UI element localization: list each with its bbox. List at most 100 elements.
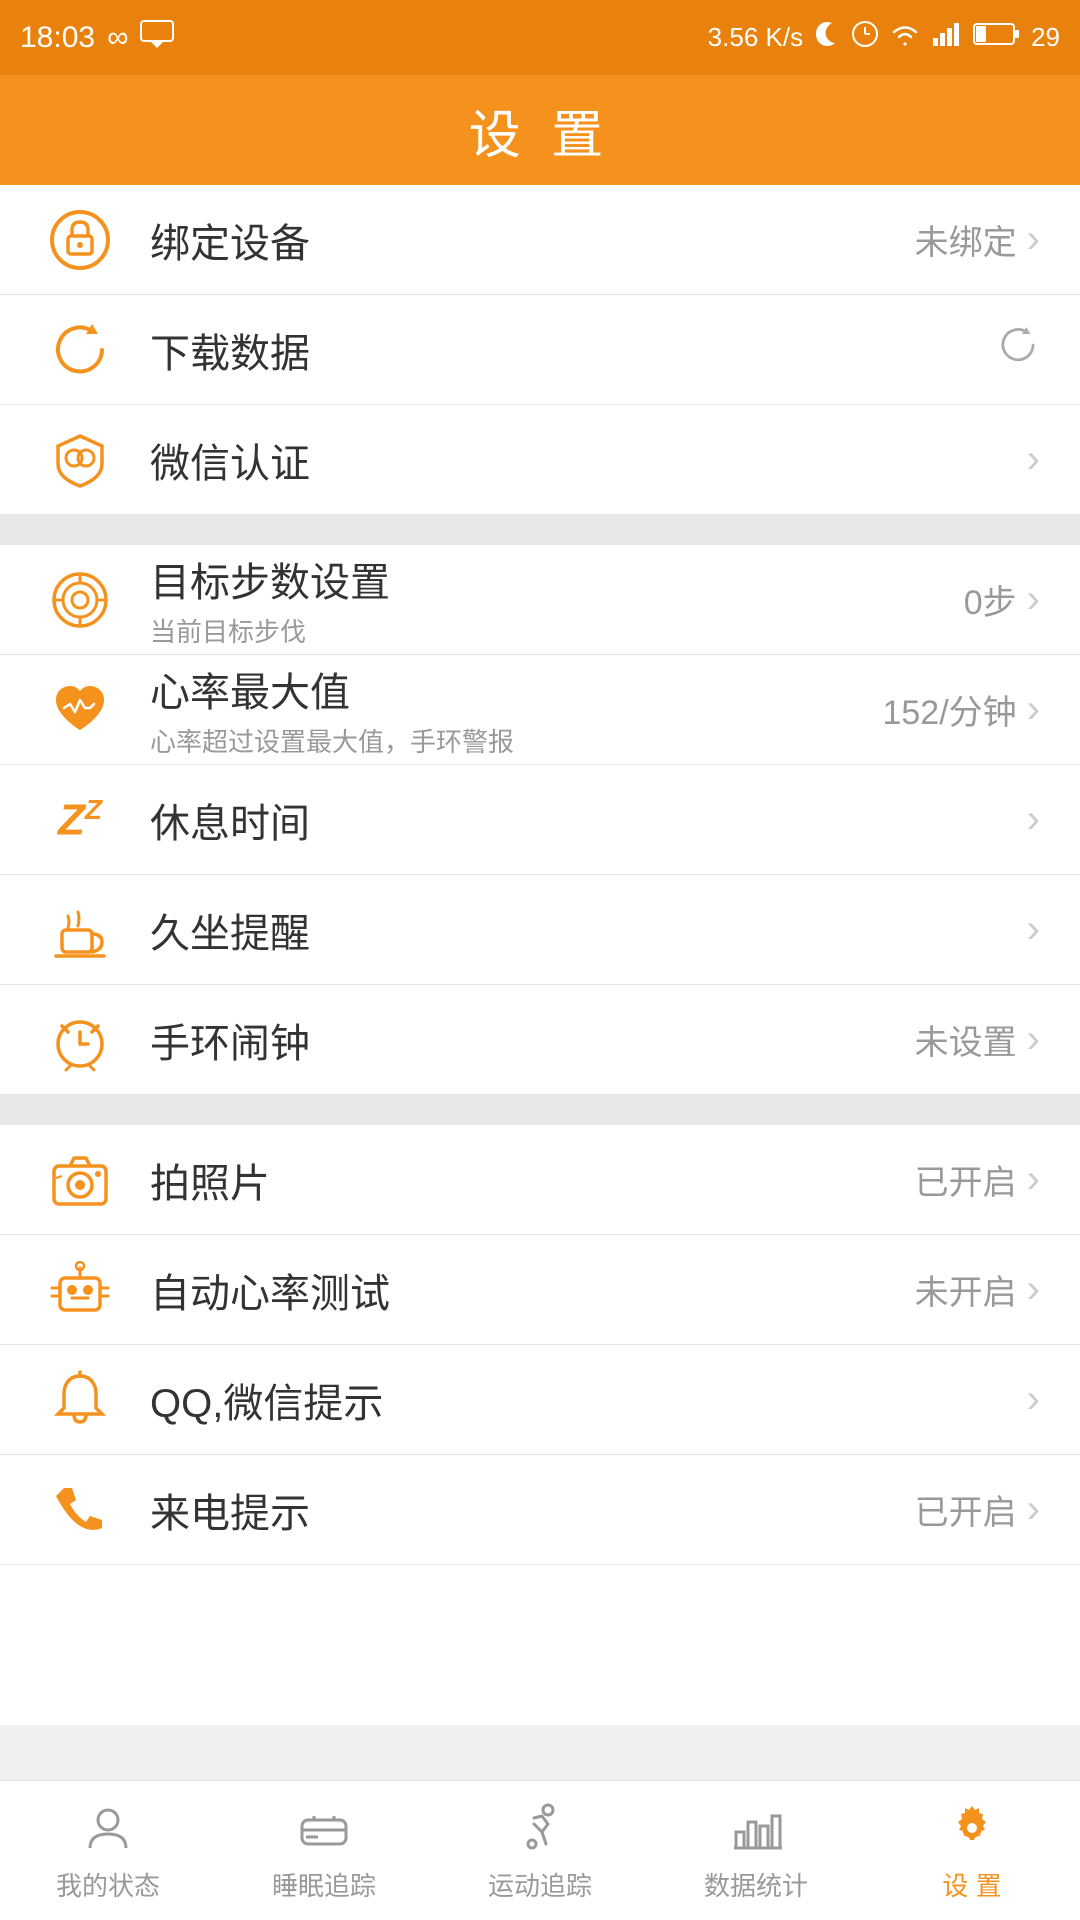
signal-icon [931, 20, 963, 55]
qq-wechat-arrow: › [1027, 1377, 1040, 1422]
auto-heart-arrow: › [1027, 1267, 1040, 1312]
alarm-title: 手环闹钟 [150, 1011, 915, 1069]
download-data-item[interactable]: 下载数据 [0, 295, 1080, 405]
camera-icon [40, 1140, 120, 1220]
sport-track-icon [510, 1798, 570, 1858]
nav-sleep-track-label: 睡眠追踪 [272, 1866, 376, 1903]
heart-rate-max-title: 心率最大值 [150, 660, 882, 718]
wechat-auth-arrow: › [1027, 437, 1040, 482]
rest-time-text: 休息时间 [150, 791, 1027, 849]
call-notify-value: 已开启 [915, 1485, 1017, 1534]
alarm-value: 未设置 [915, 1015, 1017, 1064]
nav-sport-track[interactable]: 运动追踪 [432, 1781, 648, 1920]
nav-sleep-track[interactable]: 睡眠追踪 [216, 1781, 432, 1920]
qq-wechat-title: QQ,微信提示 [150, 1371, 1027, 1429]
alarm-arrow: › [1027, 1017, 1040, 1062]
take-photo-arrow: › [1027, 1157, 1040, 1202]
bell-icon [40, 1360, 120, 1440]
take-photo-text: 拍照片 [150, 1151, 915, 1209]
nav-settings[interactable]: 设 置 [864, 1781, 1080, 1920]
status-right: 3.56 K/s [708, 20, 1060, 55]
shield-icon [40, 420, 120, 500]
sedentary-reminder-item[interactable]: 久坐提醒 › [0, 875, 1080, 985]
heart-rate-max-text: 心率最大值 心率超过设置最大值，手环警报 [150, 660, 882, 759]
qq-wechat-notify-item[interactable]: QQ,微信提示 › [0, 1345, 1080, 1455]
auto-heart-right: 未开启 › [915, 1265, 1040, 1314]
sedentary-right: › [1027, 907, 1040, 952]
download-data-right [996, 323, 1040, 376]
step-goal-subtitle: 当前目标步伐 [150, 612, 964, 649]
auto-heart-text: 自动心率测试 [150, 1261, 915, 1319]
step-goal-item[interactable]: 目标步数设置 当前目标步伐 0步 › [0, 545, 1080, 655]
rest-time-item[interactable]: ZZ 休息时间 › [0, 765, 1080, 875]
bind-device-value: 未绑定 [915, 215, 1017, 264]
take-photo-title: 拍照片 [150, 1151, 915, 1209]
call-notify-right: 已开启 › [915, 1485, 1040, 1534]
sedentary-title: 久坐提醒 [150, 901, 1027, 959]
bottom-nav: 我的状态 睡眠追踪 运动追踪 [0, 1780, 1080, 1920]
sleep-icon: ZZ [40, 780, 120, 860]
sedentary-arrow: › [1027, 907, 1040, 952]
bind-device-title: 绑定设备 [150, 211, 915, 269]
group-1: 绑定设备 未绑定 › 下载数据 [0, 185, 1080, 515]
step-goal-right: 0步 › [964, 575, 1040, 624]
app-header: 设 置 [0, 75, 1080, 185]
auto-heart-rate-item[interactable]: 自动心率测试 未开启 › [0, 1235, 1080, 1345]
coffee-icon [40, 890, 120, 970]
heart-rate-max-value: 152/分钟 [882, 685, 1016, 734]
auto-heart-value: 未开启 [915, 1265, 1017, 1314]
phone-icon [40, 1470, 120, 1550]
bind-device-right: 未绑定 › [915, 215, 1040, 264]
call-notify-item[interactable]: 来电提示 已开启 › [0, 1455, 1080, 1565]
settings-content: 绑定设备 未绑定 › 下载数据 [0, 185, 1080, 1725]
status-left: 18:03 ∞ [20, 20, 174, 56]
heart-rate-max-subtitle: 心率超过设置最大值，手环警报 [150, 722, 882, 759]
clock-icon [851, 20, 879, 55]
auto-heart-title: 自动心率测试 [150, 1261, 915, 1319]
step-goal-text: 目标步数设置 当前目标步伐 [150, 550, 964, 649]
alarm-item[interactable]: 手环闹钟 未设置 › [0, 985, 1080, 1095]
heart-rate-max-right: 152/分钟 › [882, 685, 1040, 734]
wechat-auth-title: 微信认证 [150, 431, 1027, 489]
battery-icon [973, 21, 1021, 54]
qq-wechat-text: QQ,微信提示 [150, 1371, 1027, 1429]
sedentary-text: 久坐提醒 [150, 901, 1027, 959]
call-notify-arrow: › [1027, 1487, 1040, 1532]
wifi-icon [889, 20, 921, 55]
group-2: 目标步数设置 当前目标步伐 0步 › 心率最大值 心率超过设置最大值，手环警报 [0, 545, 1080, 1095]
status-time: 18:03 [20, 21, 95, 55]
wechat-auth-item[interactable]: 微信认证 › [0, 405, 1080, 515]
rest-time-title: 休息时间 [150, 791, 1027, 849]
step-goal-arrow: › [1027, 577, 1040, 622]
section-divider-2 [0, 1095, 1080, 1125]
bind-device-text: 绑定设备 [150, 211, 915, 269]
robot-icon [40, 1250, 120, 1330]
rest-time-right: › [1027, 797, 1040, 842]
message-icon [140, 20, 174, 56]
refresh-icon [40, 310, 120, 390]
heart-rate-max-item[interactable]: 心率最大值 心率超过设置最大值，手环警报 152/分钟 › [0, 655, 1080, 765]
nav-sport-track-label: 运动追踪 [488, 1866, 592, 1903]
take-photo-item[interactable]: 拍照片 已开启 › [0, 1125, 1080, 1235]
step-goal-value: 0步 [964, 575, 1017, 624]
nav-data-stats-label: 数据统计 [704, 1866, 808, 1903]
battery-percent: 29 [1031, 22, 1060, 53]
download-data-text: 下载数据 [150, 321, 996, 379]
heart-rate-max-arrow: › [1027, 687, 1040, 732]
section-divider-1 [0, 515, 1080, 545]
wechat-auth-text: 微信认证 [150, 431, 1027, 489]
download-refresh-icon [996, 323, 1040, 376]
bind-device-item[interactable]: 绑定设备 未绑定 › [0, 185, 1080, 295]
lock-icon [40, 200, 120, 280]
heart-icon [40, 670, 120, 750]
qq-wechat-right: › [1027, 1377, 1040, 1422]
my-status-icon [78, 1798, 138, 1858]
bottom-spacer [0, 1565, 1080, 1725]
alarm-icon [40, 1000, 120, 1080]
nav-my-status[interactable]: 我的状态 [0, 1781, 216, 1920]
settings-icon [942, 1798, 1002, 1858]
wechat-auth-right: › [1027, 437, 1040, 482]
take-photo-value: 已开启 [915, 1155, 1017, 1204]
nav-data-stats[interactable]: 数据统计 [648, 1781, 864, 1920]
moon-icon [813, 20, 841, 55]
